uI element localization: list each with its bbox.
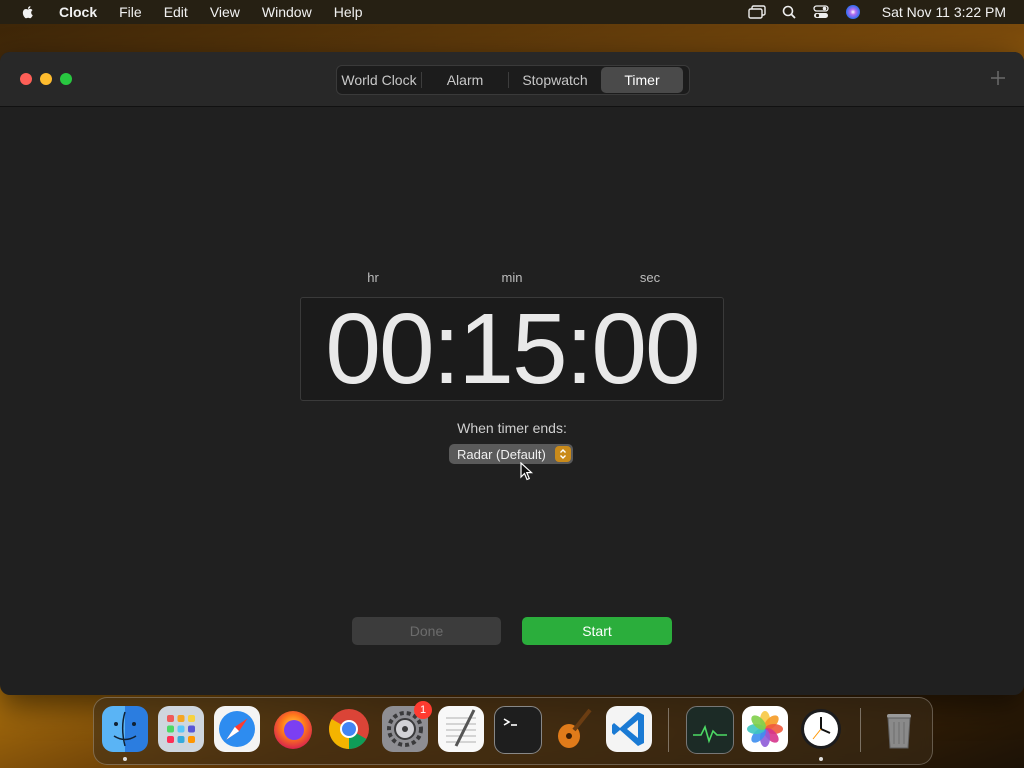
menu-view[interactable]: View xyxy=(199,0,251,24)
clock-running-indicator xyxy=(819,757,823,761)
settings-notification-badge: 1 xyxy=(414,701,432,719)
menu-window[interactable]: Window xyxy=(251,0,323,24)
launchpad-icon[interactable] xyxy=(158,706,204,752)
menu-file[interactable]: File xyxy=(108,0,153,24)
chrome-icon[interactable] xyxy=(326,706,372,752)
add-icon[interactable] xyxy=(990,70,1006,86)
zoom-window-button[interactable] xyxy=(60,73,72,85)
mouse-pointer-icon xyxy=(520,462,534,481)
dock-separator xyxy=(668,708,669,752)
control-center-icon[interactable] xyxy=(812,4,830,20)
firefox-icon[interactable] xyxy=(270,706,316,752)
clock-app-icon[interactable] xyxy=(798,706,844,752)
safari-icon[interactable] xyxy=(214,706,260,752)
tab-world-clock[interactable]: World Clock xyxy=(337,67,421,93)
textedit-icon[interactable] xyxy=(438,706,484,752)
siri-icon[interactable] xyxy=(844,4,862,20)
seconds-label: sec xyxy=(639,270,661,285)
chevron-up-down-icon xyxy=(555,446,571,462)
menu-edit[interactable]: Edit xyxy=(153,0,199,24)
finder-icon[interactable] xyxy=(102,706,148,752)
screen-mirroring-icon[interactable] xyxy=(748,4,766,20)
finder-running-indicator xyxy=(123,757,127,761)
tab-alarm[interactable]: Alarm xyxy=(422,67,508,93)
menu-bar: Clock File Edit View Window Help Sat Nov… xyxy=(0,0,1024,24)
minutes-label: min xyxy=(501,270,523,285)
status-area: Sat Nov 11 3:22 PM xyxy=(748,0,1006,24)
garageband-icon[interactable] xyxy=(550,706,596,752)
when-timer-ends-label: When timer ends: xyxy=(457,420,567,436)
dock-separator xyxy=(860,708,861,752)
close-window-button[interactable] xyxy=(20,73,32,85)
timer-duration-field[interactable]: 00:15:00 xyxy=(300,297,724,401)
timer-sound-value: Radar (Default) xyxy=(457,446,546,462)
hours-label: hr xyxy=(367,270,379,285)
view-segmented-control: World Clock Alarm Stopwatch Timer xyxy=(336,65,690,95)
menubar-datetime[interactable]: Sat Nov 11 3:22 PM xyxy=(882,4,1006,20)
timer-duration-value: 00:15:00 xyxy=(325,293,700,405)
start-button[interactable]: Start xyxy=(522,617,672,645)
vscode-icon[interactable] xyxy=(606,706,652,752)
menu-help[interactable]: Help xyxy=(323,0,374,24)
menu-app-name[interactable]: Clock xyxy=(48,0,108,24)
terminal-icon[interactable] xyxy=(494,706,542,754)
spotlight-search-icon[interactable] xyxy=(780,4,798,20)
done-button[interactable]: Done xyxy=(352,617,501,645)
clock-window: World Clock Alarm Stopwatch Timer hr min… xyxy=(0,52,1024,695)
tab-timer[interactable]: Timer xyxy=(601,67,683,93)
trash-icon[interactable] xyxy=(876,706,922,752)
apple-logo-icon[interactable] xyxy=(20,4,36,20)
dock: 1 xyxy=(93,697,933,765)
timer-sound-select[interactable]: Radar (Default) xyxy=(449,444,573,464)
window-titlebar: World Clock Alarm Stopwatch Timer xyxy=(0,52,1024,107)
tab-stopwatch[interactable]: Stopwatch xyxy=(509,67,601,93)
activity-monitor-icon[interactable] xyxy=(686,706,734,754)
minimize-window-button[interactable] xyxy=(40,73,52,85)
photos-icon[interactable] xyxy=(742,706,788,752)
